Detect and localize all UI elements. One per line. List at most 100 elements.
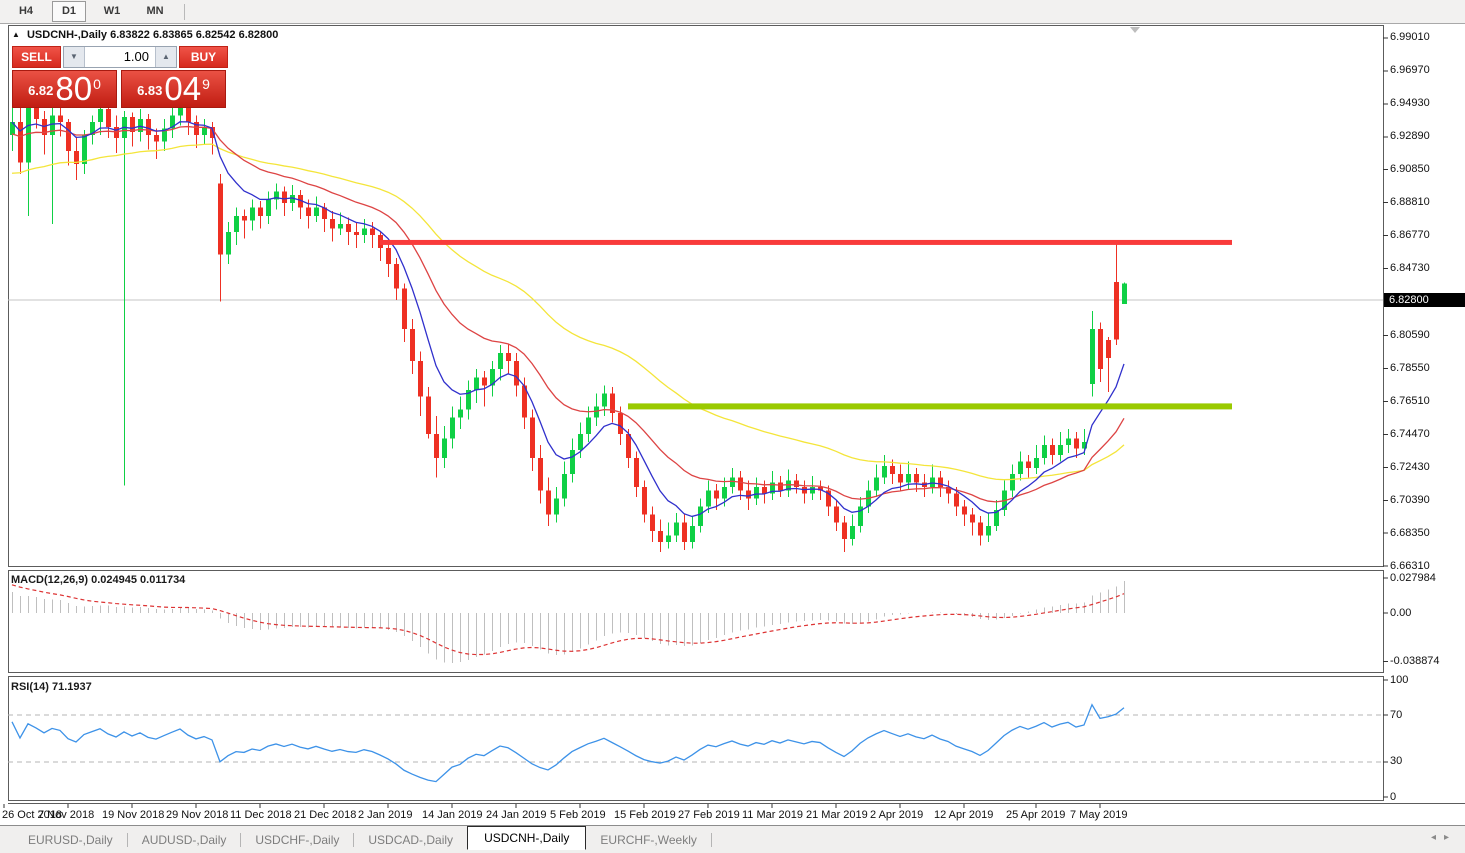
candle-body: [1034, 458, 1039, 468]
sell-price-box[interactable]: 6.82 80 0: [12, 70, 117, 108]
panel-border: [9, 677, 1384, 801]
candle-body: [722, 487, 727, 498]
candle-body: [962, 507, 967, 515]
candle-body: [930, 477, 935, 487]
symbol-tab-bar: EURUSD-,Daily AUDUSD-,Daily USDCHF-,Dail…: [0, 825, 1465, 853]
sell-price-big: 80: [55, 74, 92, 104]
ma-line-slow: [12, 144, 1124, 480]
tab-scroll-right-icon[interactable]: ▸: [1444, 832, 1457, 843]
candle-body: [354, 232, 359, 235]
candle-body: [458, 410, 463, 418]
macd-values: 0.024945 0.011734: [91, 574, 185, 586]
macd-axis-label: -0.038874: [1390, 655, 1440, 667]
date-axis-label: 29 Nov 2018: [166, 809, 228, 821]
sell-price-prefix: 6.82: [28, 78, 53, 104]
chart-symbol-label: USDCNH-,Daily: [27, 29, 107, 41]
candle-body: [474, 377, 479, 390]
candle-body: [714, 490, 719, 498]
rsi-label: RSI(14) 71.1937: [11, 681, 92, 693]
candle-body: [978, 523, 983, 536]
candle-body: [658, 531, 663, 542]
candle-body: [370, 229, 375, 235]
candle-body: [842, 523, 847, 539]
volume-increase-icon[interactable]: ▲: [155, 47, 176, 67]
candle-body: [906, 474, 911, 482]
candle-body: [250, 208, 255, 221]
tab-usdchf[interactable]: USDCHF-,Daily: [241, 830, 353, 850]
collapse-triangle-icon[interactable]: ▲: [12, 30, 20, 39]
price-axis-label: 6.84730: [1390, 262, 1430, 274]
sell-button[interactable]: SELL: [12, 46, 61, 68]
candles-group: [10, 93, 1127, 552]
price-axis-label: 6.99010: [1390, 31, 1430, 43]
tab-scroll-left-icon[interactable]: ◂: [1431, 832, 1444, 843]
date-axis-label: 14 Jan 2019: [422, 809, 483, 821]
level-line-resistance[interactable]: [380, 240, 1232, 245]
level-line-support[interactable]: [628, 403, 1232, 409]
candle-body: [546, 490, 551, 514]
volume-spinner: ▼ 1.00 ▲: [63, 46, 177, 68]
buy-price-big: 04: [164, 74, 201, 104]
candle-body: [498, 353, 503, 369]
candle-body: [242, 216, 247, 221]
candle-body: [530, 418, 535, 458]
price-axis-label: 6.74470: [1390, 428, 1430, 440]
date-axis-label: 19 Nov 2018: [102, 809, 164, 821]
tab-usdcnh-active[interactable]: USDCNH-,Daily: [467, 826, 586, 850]
candle-body: [874, 477, 879, 490]
tab-audusd[interactable]: AUDUSD-,Daily: [128, 830, 241, 850]
candle-body: [482, 377, 487, 385]
candle-body: [562, 474, 567, 498]
date-axis-label: 24 Jan 2019: [486, 809, 547, 821]
candle-body: [306, 208, 311, 216]
candle-body: [50, 116, 55, 135]
candle-body: [730, 477, 735, 487]
candle-body: [1026, 461, 1031, 467]
candle-body: [810, 487, 815, 493]
candle-body: [602, 393, 607, 406]
candle-body: [58, 116, 63, 122]
candle-body: [18, 122, 23, 162]
candle-body: [594, 406, 599, 417]
tab-usdcad[interactable]: USDCAD-,Daily: [354, 830, 467, 850]
tab-eurchf[interactable]: EURCHF-,Weekly: [586, 830, 710, 850]
volume-decrease-icon[interactable]: ▼: [64, 47, 85, 67]
candle-body: [98, 109, 103, 122]
candle-body: [338, 224, 343, 229]
candle-body: [514, 361, 519, 385]
candle-body: [266, 200, 271, 216]
macd-axis-label: 0.00: [1390, 607, 1411, 619]
candle-body: [146, 119, 151, 135]
chart-canvas[interactable]: [0, 0, 1465, 852]
price-axis-label: 6.88810: [1390, 196, 1430, 208]
macd-histogram: [13, 581, 1125, 663]
buy-price-box[interactable]: 6.83 04 9: [121, 70, 226, 108]
date-axis-label: 7 May 2019: [1070, 809, 1127, 821]
candle-body: [418, 361, 423, 397]
date-axis-label: 2 Apr 2019: [870, 809, 923, 821]
tab-separator: [711, 833, 712, 847]
candle-body: [346, 224, 351, 232]
candle-body: [402, 288, 407, 328]
tab-eurusd[interactable]: EURUSD-,Daily: [14, 830, 127, 850]
date-axis-label: 5 Feb 2019: [550, 809, 606, 821]
candle-body: [226, 232, 231, 255]
chart-shift-marker-icon[interactable]: [1130, 27, 1140, 33]
candle-body: [506, 353, 511, 361]
candle-body: [794, 481, 799, 487]
buy-price-prefix: 6.83: [137, 78, 162, 104]
candle-body: [1098, 329, 1103, 369]
candle-body: [1042, 445, 1047, 458]
candle-body: [258, 208, 263, 216]
candle-body: [666, 536, 671, 542]
candle-body: [1050, 445, 1055, 455]
candle-body: [698, 507, 703, 526]
candle-body: [1066, 439, 1071, 445]
candle-body: [234, 216, 239, 232]
candle-body: [618, 413, 623, 434]
chart-title: ▲ USDCNH-,Daily 6.83822 6.83865 6.82542 …: [12, 29, 278, 41]
macd-signal-line: [12, 585, 1124, 655]
price-axis-label: 6.70390: [1390, 494, 1430, 506]
date-axis-label: 27 Feb 2019: [678, 809, 740, 821]
price-axis-label: 6.86770: [1390, 229, 1430, 241]
